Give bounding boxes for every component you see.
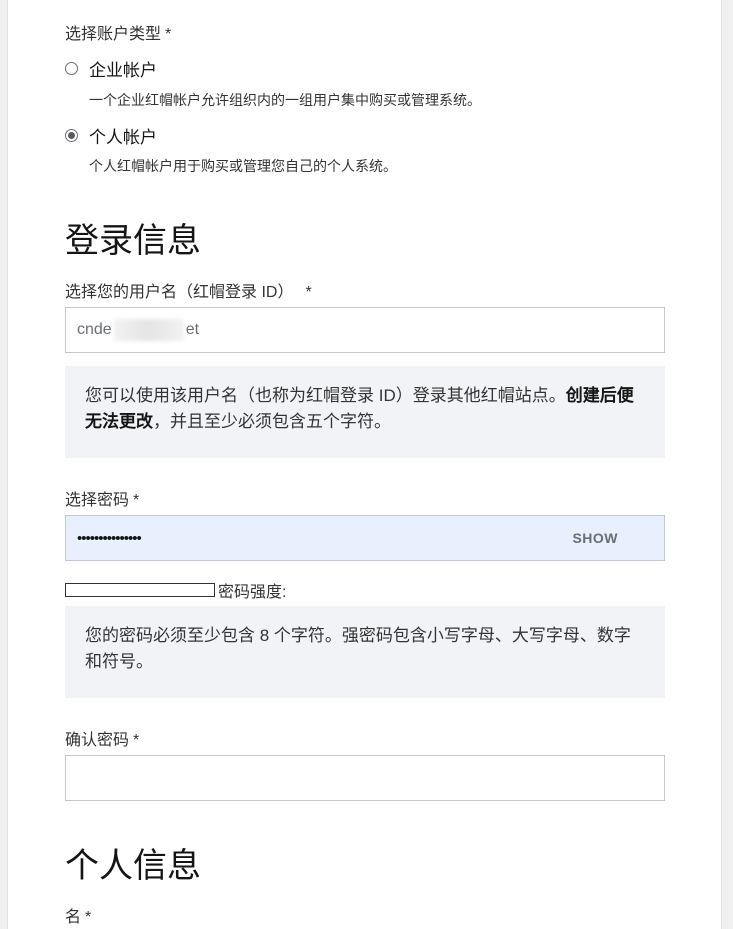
personal-section-title: 个人信息 bbox=[65, 847, 201, 885]
enterprise-radio-label[interactable]: 企业帐户 bbox=[89, 56, 157, 81]
password-masked-value: ••••••••••••••• bbox=[77, 529, 142, 547]
personal-radio-button[interactable] bbox=[65, 129, 78, 142]
personal-description: 个人红帽帐户用于购买或管理您自己的个人系统。 bbox=[89, 158, 397, 174]
username-value-end: et bbox=[185, 321, 200, 338]
redacted-username-blur bbox=[113, 319, 184, 341]
username-value-start: cnde bbox=[77, 321, 112, 338]
password-input[interactable]: ••••••••••••••• SHOW bbox=[65, 515, 665, 561]
registration-card: 选择账户类型 * 企业帐户 一个企业红帽帐户允许组织内的一组用户集中购买或管理系统… bbox=[7, 0, 722, 929]
password-hint-text: 您的密码必须至少包含 8 个字符。强密码包含小写字母、大写字母、数字和符号。 bbox=[85, 626, 631, 671]
password-strength-label: 密码强度: bbox=[218, 584, 287, 601]
account-type-label: 选择账户类型 * bbox=[65, 26, 172, 43]
radio-enterprise-account[interactable]: 企业帐户 bbox=[65, 56, 157, 81]
confirm-password-label: 确认密码 * bbox=[65, 732, 140, 749]
login-section-title: 登录信息 bbox=[65, 222, 201, 260]
username-input[interactable]: cnde et bbox=[65, 307, 665, 353]
personal-radio-label[interactable]: 个人帐户 bbox=[89, 123, 157, 148]
username-hint-text: 您可以使用该用户名（也称为红帽登录 ID）登录其他红帽站点。 bbox=[85, 386, 566, 405]
confirm-password-input[interactable] bbox=[65, 755, 665, 801]
first-name-label: 名 * bbox=[65, 909, 92, 926]
password-strength: 密码强度: bbox=[65, 578, 286, 602]
enterprise-description: 一个企业红帽帐户允许组织内的一组用户集中购买或管理系统。 bbox=[89, 92, 481, 108]
username-label: 选择您的用户名（红帽登录 ID） * bbox=[65, 284, 312, 301]
show-password-button[interactable]: SHOW bbox=[572, 516, 618, 560]
enterprise-radio-button[interactable] bbox=[65, 62, 78, 75]
radio-personal-account[interactable]: 个人帐户 bbox=[65, 123, 157, 148]
password-hint-box: 您的密码必须至少包含 8 个字符。强密码包含小写字母、大写字母、数字和符号。 bbox=[65, 606, 665, 698]
password-strength-meter bbox=[65, 583, 215, 597]
username-hint-tail: ，并且至少必须包含五个字符。 bbox=[153, 412, 391, 431]
password-label: 选择密码 * bbox=[65, 492, 140, 509]
username-hint-box: 您可以使用该用户名（也称为红帽登录 ID）登录其他红帽站点。创建后便无法更改，并… bbox=[65, 366, 665, 458]
